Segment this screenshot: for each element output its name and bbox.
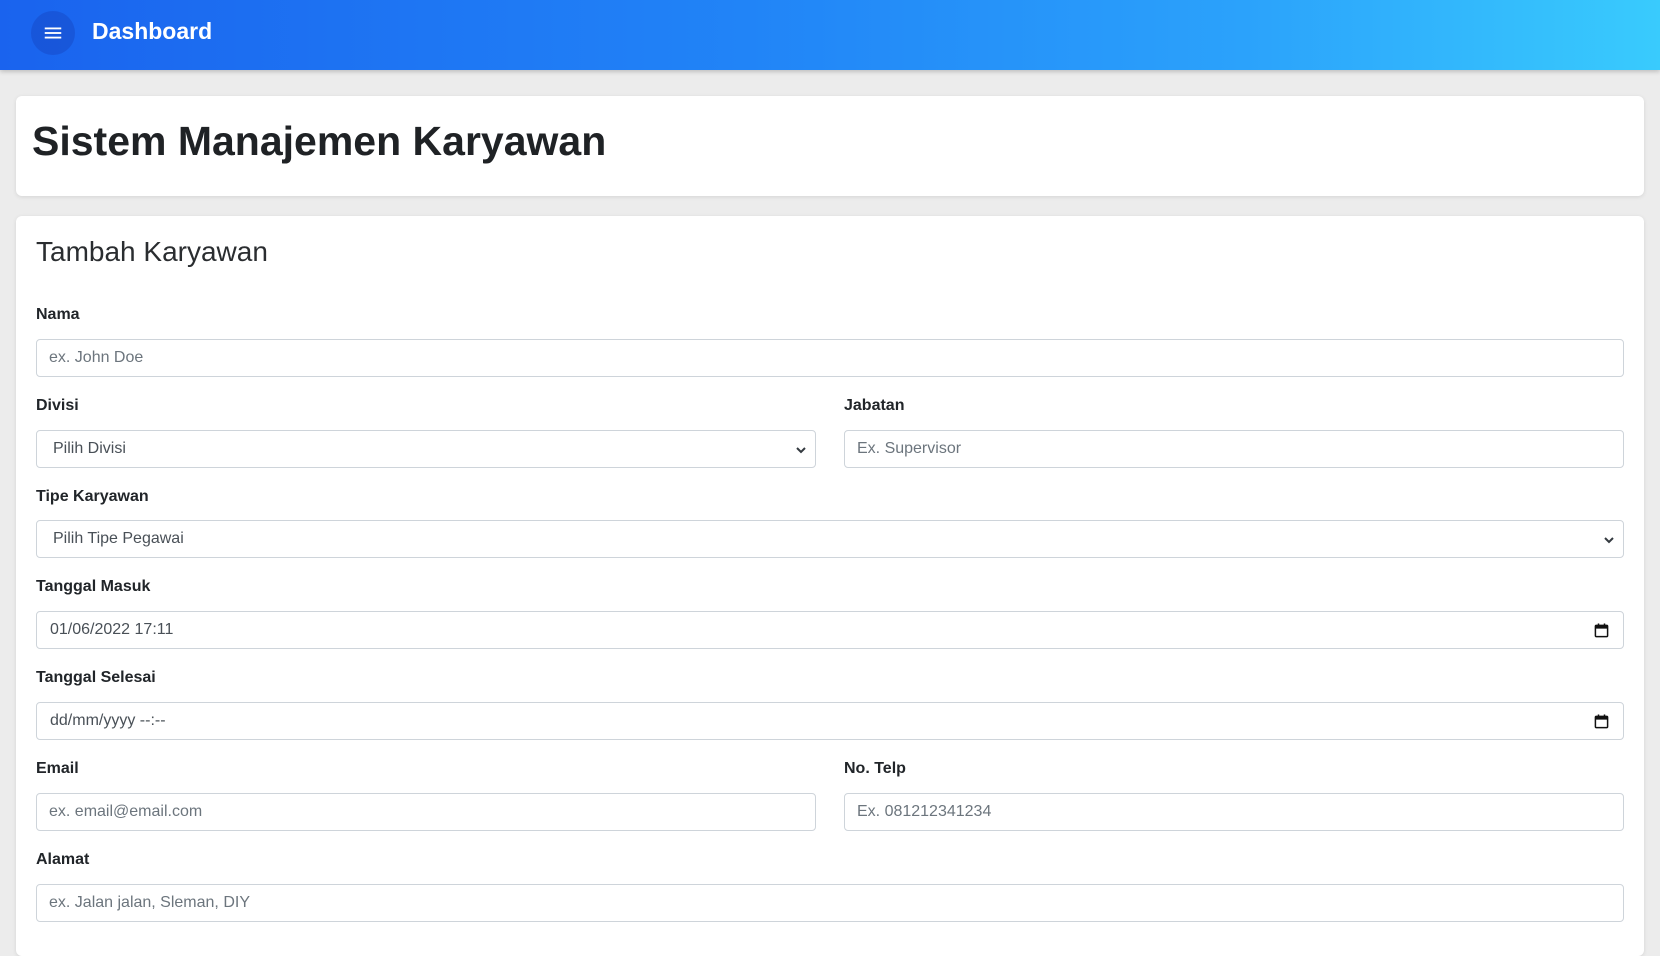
- tanggal-masuk-label: Tanggal Masuk: [36, 578, 151, 595]
- tipe-karyawan-select[interactable]: Pilih Tipe Pegawai: [36, 520, 1624, 558]
- page-header-card: Sistem Manajemen Karyawan: [16, 96, 1644, 196]
- email-label: Email: [36, 760, 79, 777]
- telp-input[interactable]: Ex. 081212341234: [844, 793, 1624, 831]
- tanggal-selesai-input[interactable]: dd/mm/yyyy --:--: [36, 702, 1624, 740]
- nama-input[interactable]: ex. John Doe: [36, 339, 1624, 377]
- page-title: Sistem Manajemen Karyawan: [32, 118, 607, 164]
- alamat-placeholder: ex. Jalan jalan, Sleman, DIY: [49, 894, 250, 911]
- chevron-down-icon: [1604, 537, 1614, 544]
- add-employee-form: Tambah Karyawan Nama ex. John Doe Divisi…: [16, 216, 1644, 956]
- tanggal-selesai-label: Tanggal Selesai: [36, 669, 156, 686]
- nama-label: Nama: [36, 306, 80, 323]
- app-bar: Dashboard: [0, 0, 1660, 70]
- jabatan-label: Jabatan: [844, 397, 905, 414]
- calendar-icon[interactable]: [1594, 714, 1609, 729]
- tanggal-selesai-value: dd/mm/yyyy --:--: [50, 712, 166, 729]
- chevron-down-icon: [796, 447, 806, 454]
- form-title: Tambah Karyawan: [36, 236, 268, 267]
- tipe-karyawan-label: Tipe Karyawan: [36, 488, 149, 505]
- divisi-label: Divisi: [36, 397, 79, 414]
- divisi-select[interactable]: Pilih Divisi: [36, 430, 816, 468]
- calendar-icon[interactable]: [1594, 623, 1609, 638]
- email-placeholder: ex. email@email.com: [49, 803, 203, 820]
- jabatan-input[interactable]: Ex. Supervisor: [844, 430, 1624, 468]
- hamburger-menu-icon: [44, 27, 62, 39]
- divisi-selected-value: Pilih Divisi: [53, 440, 126, 457]
- nama-placeholder: ex. John Doe: [49, 349, 144, 366]
- email-input[interactable]: ex. email@email.com: [36, 793, 816, 831]
- telp-label: No. Telp: [844, 760, 906, 777]
- tanggal-masuk-value: 01/06/2022 17:11: [50, 621, 174, 638]
- tanggal-masuk-input[interactable]: 01/06/2022 17:11: [36, 611, 1624, 649]
- tipe-selected-value: Pilih Tipe Pegawai: [53, 530, 184, 547]
- menu-button[interactable]: [31, 11, 75, 55]
- alamat-label: Alamat: [36, 851, 90, 868]
- jabatan-placeholder: Ex. Supervisor: [857, 440, 962, 457]
- telp-placeholder: Ex. 081212341234: [857, 803, 992, 820]
- alamat-input[interactable]: ex. Jalan jalan, Sleman, DIY: [36, 884, 1624, 922]
- app-title: Dashboard: [92, 18, 213, 44]
